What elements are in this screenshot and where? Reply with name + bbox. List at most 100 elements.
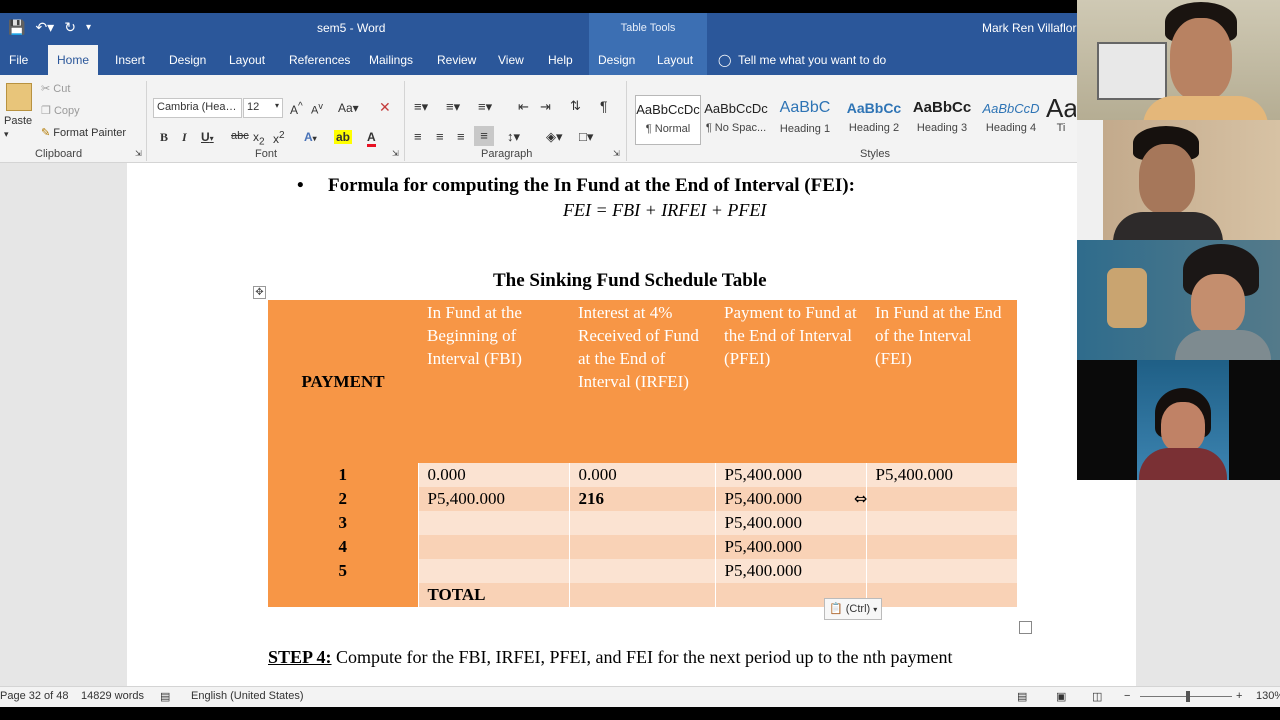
table-cell[interactable]: P5,400.000: [715, 535, 867, 559]
copy-button[interactable]: ❐ Copy: [41, 104, 80, 117]
video-tile-presenter[interactable]: [1077, 0, 1280, 120]
style-title[interactable]: Aa Ti: [1046, 95, 1076, 145]
video-tile-participant-4[interactable]: [1077, 360, 1280, 480]
tab-help[interactable]: Help: [539, 45, 582, 75]
table-cell[interactable]: [866, 487, 1017, 511]
table-cell[interactable]: [866, 511, 1017, 535]
table-cell[interactable]: [418, 559, 570, 583]
font-name-box[interactable]: Cambria (Hea…: [153, 98, 242, 118]
subscript-icon[interactable]: x2: [253, 130, 265, 147]
table-cell[interactable]: [569, 511, 716, 535]
table-cell[interactable]: [866, 535, 1017, 559]
tab-file[interactable]: File: [0, 45, 37, 75]
align-left-icon[interactable]: ≡: [414, 129, 422, 144]
tab-design[interactable]: Design: [160, 45, 215, 75]
change-case-icon[interactable]: Aa▾: [338, 101, 359, 115]
table-cell[interactable]: 2: [268, 487, 419, 511]
word-count[interactable]: 14829 words: [81, 690, 144, 702]
undo-icon[interactable]: ↶▾: [35, 19, 54, 36]
table-cell[interactable]: [418, 511, 570, 535]
video-tile-participant-2[interactable]: [1077, 120, 1280, 240]
proofing-icon[interactable]: ▤: [160, 690, 170, 703]
table-cell[interactable]: 5: [268, 559, 419, 583]
page-count[interactable]: Page 32 of 48: [0, 690, 69, 702]
table-cell[interactable]: [418, 535, 570, 559]
table-move-handle-icon[interactable]: ✥: [253, 286, 266, 299]
header-fbi[interactable]: In Fund at the Beginning of Interval (FB…: [418, 300, 569, 463]
paste-icon[interactable]: [6, 83, 32, 111]
table-cell[interactable]: 216: [569, 487, 716, 511]
font-launcher-icon[interactable]: ⇲: [392, 149, 399, 158]
table-cell[interactable]: 0.000: [418, 463, 570, 487]
table-cell[interactable]: P5,400.000: [715, 463, 867, 487]
tell-me-box[interactable]: ◯ Tell me what you want to do: [718, 45, 886, 75]
table-cell[interactable]: P5,400.000: [715, 487, 867, 511]
table-cell[interactable]: 0.000: [569, 463, 716, 487]
superscript-icon[interactable]: x2: [273, 130, 285, 146]
language[interactable]: English (United States): [191, 690, 304, 702]
tab-view[interactable]: View: [489, 45, 533, 75]
tab-table-design[interactable]: Design: [589, 45, 648, 75]
document-page[interactable]: • Formula for computing the In Fund at t…: [127, 163, 1136, 686]
zoom-level[interactable]: 130%: [1256, 690, 1280, 702]
sinking-fund-table[interactable]: PAYMENT In Fund at the Beginning of Inte…: [268, 300, 1017, 607]
table-cell[interactable]: [569, 559, 716, 583]
style-heading-4[interactable]: AaBbCcD Heading 4: [978, 95, 1044, 145]
bullets-icon[interactable]: ≡▾: [414, 99, 428, 115]
paste-dropdown-icon[interactable]: ▾: [4, 129, 9, 140]
customize-qat-icon[interactable]: ▾: [86, 22, 91, 33]
print-layout-icon[interactable]: ▣: [1056, 690, 1066, 703]
table-cell[interactable]: P5,400.000: [715, 559, 867, 583]
table-cell[interactable]: 4: [268, 535, 419, 559]
table-cell[interactable]: P5,400.000: [418, 487, 570, 511]
line-spacing-icon[interactable]: ↕▾: [507, 129, 520, 145]
clipboard-launcher-icon[interactable]: ⇲: [135, 149, 142, 158]
video-tile-participant-3[interactable]: [1077, 240, 1280, 360]
highlight-icon[interactable]: ab: [334, 130, 353, 144]
style-heading-1[interactable]: AaBbC Heading 1: [772, 95, 838, 145]
header-fei[interactable]: In Fund at the End of the Interval (FEI): [866, 300, 1017, 463]
paste-options-button[interactable]: 📋 (Ctrl) ▾: [824, 598, 882, 620]
redo-icon[interactable]: ↻: [64, 19, 76, 36]
tab-review[interactable]: Review: [428, 45, 485, 75]
style-no-spacing[interactable]: AaBbCcDc ¶ No Spac...: [703, 95, 769, 145]
table-cell[interactable]: P5,400.000: [866, 463, 1017, 487]
style-heading-2[interactable]: AaBbCc Heading 2: [841, 95, 907, 145]
paragraph-launcher-icon[interactable]: ⇲: [613, 149, 620, 158]
header-pfei[interactable]: Payment to Fund at the End of Interval (…: [715, 300, 866, 463]
zoom-in-icon[interactable]: +: [1236, 690, 1242, 702]
shrink-font-icon[interactable]: Av: [311, 101, 323, 117]
table-cell[interactable]: [569, 535, 716, 559]
zoom-out-icon[interactable]: −: [1124, 690, 1130, 702]
numbering-icon[interactable]: ≡▾: [446, 99, 460, 115]
italic-icon[interactable]: I: [182, 130, 187, 145]
table-cell[interactable]: [866, 559, 1017, 583]
style-heading-3[interactable]: AaBbCс Heading 3: [909, 95, 975, 145]
format-painter-button[interactable]: ✎ Format Painter: [41, 126, 126, 139]
strikethrough-icon[interactable]: abc: [231, 130, 249, 142]
table-cell[interactable]: 1: [268, 463, 419, 487]
tab-references[interactable]: References: [280, 45, 359, 75]
user-name[interactable]: Mark Ren Villaflor: [982, 21, 1076, 35]
bold-icon[interactable]: B: [160, 130, 168, 145]
font-size-box[interactable]: 12 ▾: [243, 98, 283, 118]
pilcrow-icon[interactable]: ¶: [600, 98, 608, 114]
tab-table-layout[interactable]: Layout: [648, 45, 707, 75]
multilevel-list-icon[interactable]: ≡▾: [478, 99, 492, 115]
align-right-icon[interactable]: ≡: [457, 129, 465, 144]
zoom-slider-thumb[interactable]: [1186, 691, 1190, 702]
table-resize-handle-icon[interactable]: [1019, 621, 1032, 634]
sort-icon[interactable]: ⇅: [570, 98, 581, 114]
web-layout-icon[interactable]: ◫: [1092, 690, 1102, 703]
tab-insert[interactable]: Insert: [106, 45, 154, 75]
font-color-icon[interactable]: A: [367, 130, 376, 147]
grow-font-icon[interactable]: A^: [290, 101, 303, 117]
borders-icon[interactable]: □▾: [579, 129, 593, 145]
table-cell[interactable]: [569, 583, 716, 607]
align-center-icon[interactable]: ≡: [436, 129, 444, 144]
cut-button[interactable]: ✂ Cut: [41, 82, 70, 95]
tab-mailings[interactable]: Mailings: [360, 45, 422, 75]
table-cell[interactable]: P5,400.000: [715, 511, 867, 535]
table-cell[interactable]: 3: [268, 511, 419, 535]
text-effects-icon[interactable]: A▾: [304, 130, 317, 144]
